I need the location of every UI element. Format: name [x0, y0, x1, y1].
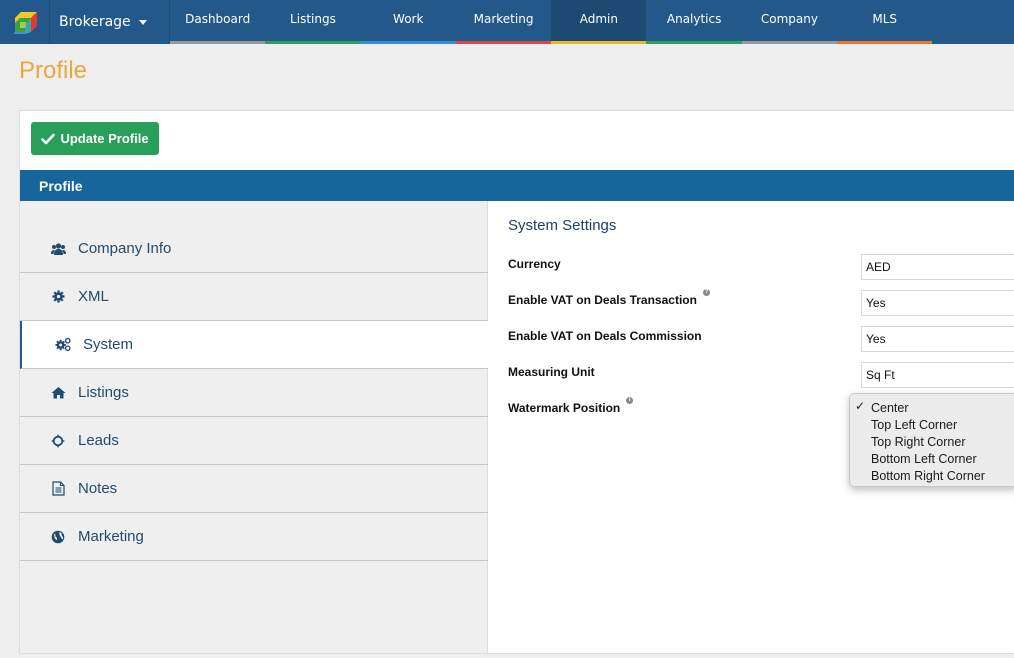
- sidebar-item-leads[interactable]: Leads: [20, 417, 488, 465]
- profile-sidebar: Company Info XML System Listings Leads Notes M…: [20, 201, 488, 653]
- field-label-text: Enable VAT on Deals Transaction: [508, 293, 697, 307]
- sidebar-item-notes[interactable]: Notes: [20, 465, 488, 513]
- sidebar-item-label: Marketing: [78, 528, 144, 545]
- nav-tab-company[interactable]: Company: [741, 0, 838, 44]
- main-nav: Dashboard Listings Work Marketing Admin Analy…: [170, 0, 933, 44]
- section-header: Profile: [20, 170, 1014, 201]
- field-label-text: Watermark Position: [508, 401, 621, 415]
- field-label-text: Currency: [508, 257, 561, 271]
- nav-tab-label: Company: [760, 12, 818, 26]
- field-label-text: Measuring Unit: [508, 365, 595, 379]
- sidebar-item-label: System: [83, 336, 134, 353]
- field-row-currency: Currency AED: [508, 254, 1014, 285]
- nav-tab-label: MLS: [872, 12, 898, 26]
- app-logo[interactable]: [0, 0, 50, 44]
- nav-tab-label: Work: [393, 12, 424, 26]
- update-profile-label: Update Profile: [60, 131, 149, 146]
- nav-tab-color-bar: [741, 41, 838, 44]
- home-icon: [50, 385, 66, 401]
- field-label: Enable VAT on Deals Transaction?: [508, 289, 710, 307]
- field-label: Enable VAT on Deals Commission: [508, 329, 702, 343]
- dropdown-option-label: Top Right Corner: [871, 434, 966, 449]
- nav-tab-label: Analytics: [666, 12, 722, 26]
- field-label-text: Enable VAT on Deals Commission: [508, 329, 702, 343]
- nav-tab-analytics[interactable]: Analytics: [646, 0, 742, 44]
- info-icon[interactable]: i: [626, 397, 634, 404]
- dropdown-option-top-right-corner[interactable]: Top Right Corner: [850, 433, 1014, 450]
- enable-vat-on-deals-transaction-select[interactable]: Yes: [861, 290, 1014, 316]
- sidebar-item-label: Listings: [78, 384, 129, 401]
- field-row-enable-vat-on-deals-transaction: Enable VAT on Deals Transaction? Yes: [508, 289, 1014, 321]
- update-profile-button[interactable]: Update Profile: [31, 122, 159, 155]
- profile-panel: Update Profile Profile Company Info XML Sy…: [19, 110, 1014, 654]
- dropdown-option-label: Center: [871, 400, 909, 415]
- nav-tab-work[interactable]: Work: [360, 0, 456, 44]
- sidebar-item-company-info[interactable]: Company Info: [20, 225, 488, 273]
- nav-tab-color-bar: [837, 41, 933, 44]
- enable-vat-on-deals-commission-select[interactable]: Yes: [861, 326, 1014, 352]
- dropdown-option-label: Top Left Corner: [871, 417, 958, 432]
- nav-tab-label: Dashboard: [185, 12, 251, 26]
- field-label: Measuring Unit: [508, 365, 595, 379]
- nav-tab-listings[interactable]: Listings: [265, 0, 361, 44]
- top-navigation-bar: Brokerage Dashboard Listings Work Marketing…: [0, 0, 1014, 44]
- help-question-icon[interactable]: ?: [702, 289, 710, 296]
- measuring-unit-select[interactable]: Sq Ft: [861, 362, 1014, 388]
- page-title: Profile: [19, 57, 88, 84]
- crosshairs-icon: [50, 433, 66, 449]
- nav-tab-dashboard[interactable]: Dashboard: [170, 0, 266, 44]
- currency-select[interactable]: AED: [861, 254, 1014, 280]
- checkmark-icon: ✓: [855, 399, 866, 413]
- settings-title: System Settings: [508, 217, 617, 234]
- nav-tab-label: Admin: [579, 12, 618, 26]
- field-row-enable-vat-on-deals-commission: Enable VAT on Deals Commission Yes: [508, 326, 1014, 357]
- nav-tab-label: Marketing: [473, 12, 534, 26]
- gears-icon: [55, 337, 71, 353]
- caret-down-icon: [138, 19, 147, 25]
- field-label: Currency: [508, 257, 561, 271]
- sidebar-item-system[interactable]: System: [20, 321, 488, 369]
- sidebar-item-xml[interactable]: XML: [20, 273, 488, 321]
- sidebar-item-label: Notes: [78, 480, 118, 497]
- dropdown-option-label: Bottom Left Corner: [871, 451, 977, 466]
- nav-tab-color-bar: [170, 41, 266, 44]
- field-row-measuring-unit: Measuring Unit Sq Ft: [508, 362, 1014, 393]
- sidebar-item-marketing[interactable]: Marketing: [20, 513, 488, 561]
- nav-tab-color-bar: [551, 41, 647, 44]
- sidebar-item-label: Company Info: [78, 240, 172, 257]
- dropdown-option-top-left-corner[interactable]: Top Left Corner: [850, 416, 1014, 433]
- checkmark-icon: [41, 133, 56, 144]
- gear-icon: [50, 289, 66, 305]
- brand-dropdown[interactable]: Brokerage: [50, 0, 170, 44]
- nav-tab-admin[interactable]: Admin: [551, 0, 647, 44]
- sidebar-item-listings[interactable]: Listings: [20, 369, 488, 417]
- globe-icon: [50, 529, 66, 545]
- sidebar-item-label: XML: [78, 288, 109, 305]
- brand-label: Brokerage: [59, 14, 131, 30]
- nav-tab-label: Listings: [290, 12, 336, 26]
- users-icon: [50, 241, 66, 257]
- dropdown-option-bottom-right-corner[interactable]: Bottom Right Corner: [850, 467, 1014, 484]
- field-label: Watermark Position i: [508, 397, 634, 415]
- cube-logo-icon: [12, 12, 37, 34]
- nav-tab-marketing[interactable]: Marketing: [455, 0, 552, 44]
- sidebar-item-label: Leads: [78, 432, 119, 449]
- nav-tab-color-bar: [455, 41, 552, 44]
- nav-tab-color-bar: [360, 41, 456, 44]
- dropdown-option-label: Bottom Right Corner: [871, 468, 985, 483]
- dropdown-option-center[interactable]: ✓ Center: [850, 399, 1014, 416]
- nav-tab-color-bar: [646, 41, 742, 44]
- document-icon: [50, 481, 66, 497]
- nav-tab-mls[interactable]: MLS: [837, 0, 933, 44]
- nav-tab-color-bar: [265, 41, 361, 44]
- watermark-position-dropdown-menu: ✓ Center Top Left Corner Top Right Corner Bo…: [849, 393, 1014, 487]
- dropdown-option-bottom-left-corner[interactable]: Bottom Left Corner: [850, 450, 1014, 467]
